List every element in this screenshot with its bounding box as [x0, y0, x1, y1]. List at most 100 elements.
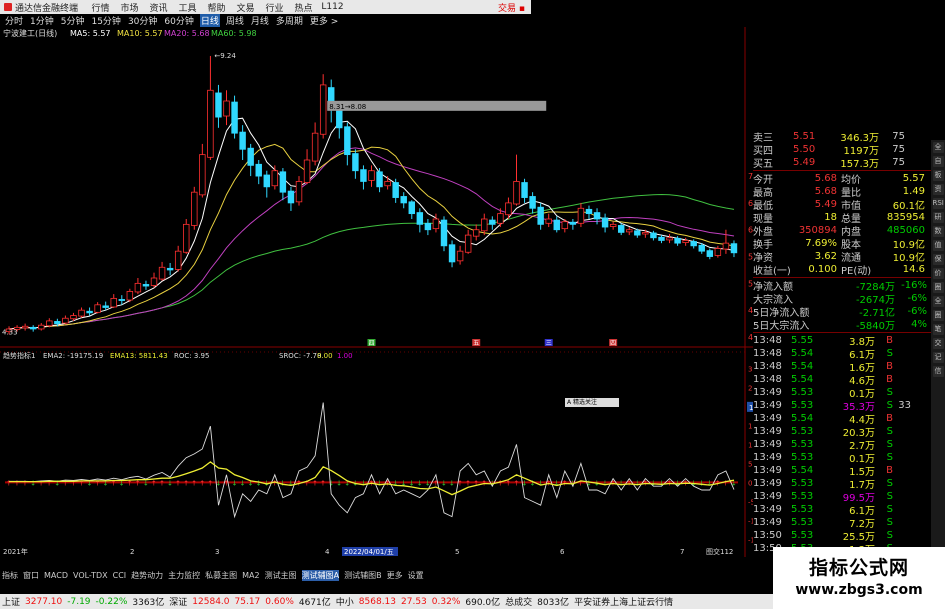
candle[interactable]	[231, 101, 238, 134]
candle[interactable]	[553, 219, 560, 231]
sidebar-button[interactable]: 值	[932, 240, 944, 251]
candle[interactable]	[215, 92, 222, 118]
sidebar-button[interactable]: 研	[932, 212, 944, 223]
candle[interactable]	[472, 229, 480, 237]
sidebar-button[interactable]: 数	[932, 226, 944, 237]
candle[interactable]	[344, 126, 351, 156]
indicator-tab[interactable]: 趋势动力	[131, 570, 163, 581]
candle[interactable]	[263, 174, 271, 188]
candle[interactable]	[174, 250, 182, 270]
candle[interactable]	[529, 196, 536, 209]
kline-chart[interactable]: 宁波建工(日线) MA5: 5.57 MA10: 5.57 MA20: 5.68 MA6…	[0, 27, 753, 557]
candle[interactable]	[271, 170, 279, 187]
candle[interactable]	[617, 225, 625, 233]
menu-item[interactable]: 帮助	[202, 1, 231, 14]
candle[interactable]	[199, 154, 206, 196]
candle[interactable]	[142, 284, 150, 287]
candle[interactable]	[166, 267, 174, 271]
candle[interactable]	[561, 221, 569, 230]
period-tab[interactable]: 5分钟	[60, 14, 86, 27]
candle[interactable]	[569, 221, 577, 225]
indicator-tab[interactable]: MACD	[44, 571, 68, 580]
candle[interactable]	[513, 181, 520, 205]
indicator-tab[interactable]: 测试辅图A	[301, 569, 340, 581]
candle[interactable]	[311, 132, 319, 162]
sidebar-button[interactable]: 资	[932, 184, 944, 195]
menu-item[interactable]: 行业	[260, 1, 289, 14]
indicator-tab[interactable]: VOL-TDX	[73, 571, 108, 580]
sidebar-button[interactable]: 记	[932, 352, 944, 363]
candle[interactable]	[706, 250, 714, 257]
period-tab[interactable]: 周线	[225, 14, 245, 27]
candle[interactable]	[38, 324, 45, 330]
candle[interactable]	[360, 169, 367, 182]
candle[interactable]	[134, 282, 142, 293]
candle[interactable]	[642, 232, 649, 235]
candle[interactable]	[303, 159, 311, 183]
period-tab[interactable]: 分时	[4, 14, 24, 27]
indicator-tab[interactable]: 设置	[408, 570, 424, 581]
trade-button[interactable]: 交易 ▪	[498, 1, 531, 14]
period-tab[interactable]: 15分钟	[90, 14, 121, 27]
period-tab[interactable]: 月线	[250, 14, 270, 27]
candle[interactable]	[634, 230, 641, 236]
indicator-tab[interactable]: 主力监控	[168, 570, 200, 581]
sidebar-button[interactable]: 板	[932, 170, 944, 181]
candle[interactable]	[118, 299, 126, 301]
sidebar-button[interactable]: 信	[932, 366, 944, 377]
candle[interactable]	[416, 212, 424, 225]
candle[interactable]	[183, 223, 190, 253]
menu-item[interactable]: 行情	[86, 1, 115, 14]
candle[interactable]	[352, 153, 359, 172]
period-tab[interactable]: 多周期	[275, 14, 304, 27]
sidebar-button[interactable]: 价	[932, 268, 944, 279]
candle[interactable]	[456, 250, 464, 262]
sidebar-button[interactable]: 自	[932, 156, 944, 167]
indicator-popup[interactable]: A 精选关注	[565, 398, 619, 407]
candle[interactable]	[674, 237, 681, 244]
candle[interactable]	[489, 219, 496, 225]
candle[interactable]	[464, 234, 472, 253]
candle[interactable]	[545, 218, 552, 224]
candle[interactable]	[126, 291, 134, 301]
candle[interactable]	[70, 315, 77, 320]
menu-item[interactable]: 市场	[115, 1, 144, 14]
candle[interactable]	[577, 207, 585, 224]
menu-item[interactable]: 工具	[173, 1, 202, 14]
sidebar-button[interactable]: 全	[932, 142, 944, 153]
candle[interactable]	[223, 100, 230, 117]
candle[interactable]	[102, 305, 109, 308]
candle[interactable]	[585, 208, 593, 215]
candle[interactable]	[247, 147, 254, 166]
candle[interactable]	[62, 317, 69, 324]
candle[interactable]	[54, 321, 61, 324]
menu-item[interactable]: 文易	[231, 1, 260, 14]
sidebar-button[interactable]: 圈	[932, 282, 944, 293]
candle[interactable]	[158, 266, 166, 280]
indicator-tab[interactable]: MA2	[242, 571, 259, 580]
period-tab[interactable]: 1分钟	[29, 14, 55, 27]
sidebar-button[interactable]: 圈	[932, 310, 944, 321]
candle[interactable]	[279, 171, 287, 193]
candle[interactable]	[658, 236, 665, 241]
candle[interactable]	[448, 244, 456, 263]
candle[interactable]	[287, 190, 295, 204]
candle[interactable]	[424, 222, 432, 231]
candle[interactable]	[650, 232, 657, 239]
candle[interactable]	[609, 223, 617, 227]
period-tab[interactable]: 日线	[199, 14, 220, 27]
period-tab[interactable]: 30分钟	[127, 14, 158, 27]
candle[interactable]	[78, 309, 85, 317]
menu-item[interactable]: 资讯	[144, 1, 173, 14]
indicator-tab[interactable]: 更多	[387, 570, 403, 581]
candle[interactable]	[384, 181, 391, 187]
sidebar-button[interactable]: RSI	[932, 198, 944, 209]
candle[interactable]	[255, 163, 262, 177]
candle[interactable]	[432, 218, 440, 230]
candle[interactable]	[408, 201, 415, 215]
candle[interactable]	[29, 326, 37, 330]
candle[interactable]	[698, 244, 705, 252]
candle[interactable]	[368, 170, 375, 181]
candle[interactable]	[593, 212, 601, 220]
candle[interactable]	[295, 181, 303, 203]
